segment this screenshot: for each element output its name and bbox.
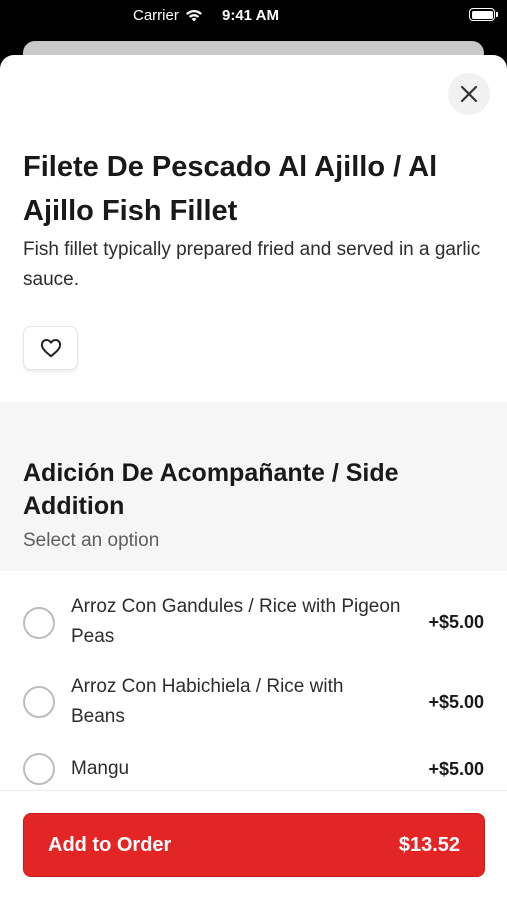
favorite-button[interactable] [23,326,78,370]
carrier-label: Carrier [133,7,179,24]
item-description: Fish fillet typically prepared fried and… [23,239,481,290]
modifier-group-title: Adición De Acompañante / Side Addition [23,459,399,520]
item-sheet: Filete De Pescado Al Ajillo / Al Ajillo … [0,55,507,900]
option-item[interactable]: Arroz Con Habichiela / Rice with Beans +… [0,671,507,741]
option-label: Arroz Con Habichiela / Rice with Beans [71,676,344,727]
option-item[interactable]: Arroz Con Gandules / Rice with Pigeon Pe… [0,590,507,660]
radio-button[interactable] [23,753,55,785]
option-label: Arroz Con Gandules / Rice with Pigeon Pe… [71,596,401,647]
option-price: +$5.00 [428,692,484,712]
option-price: +$5.00 [428,759,484,779]
order-total: $13.52 [398,833,460,856]
status-bar: Carrier 9:41 AM [0,0,507,32]
add-to-order-label: Add to Order [48,833,172,856]
modifier-group-header: Adición De Acompañante / Side Addition S… [0,402,507,571]
close-button[interactable] [448,73,490,115]
status-carrier: Carrier [133,7,203,24]
wifi-icon [185,10,202,22]
battery-icon [469,8,498,21]
item-title: Filete De Pescado Al Ajillo / Al Ajillo … [23,151,438,227]
heart-icon [40,339,61,358]
option-price: +$5.00 [428,612,484,632]
order-footer: Add to Order $13.52 [0,790,507,900]
modifier-group-subtitle: Select an option [23,530,160,551]
close-icon [460,85,478,103]
status-time: 9:41 AM [222,7,279,24]
add-to-order-button[interactable]: Add to Order $13.52 [23,813,485,877]
option-item[interactable]: Mangu +$5.00 [0,751,507,791]
radio-button[interactable] [23,686,55,718]
radio-button[interactable] [23,607,55,639]
option-label: Mangu [71,758,130,779]
